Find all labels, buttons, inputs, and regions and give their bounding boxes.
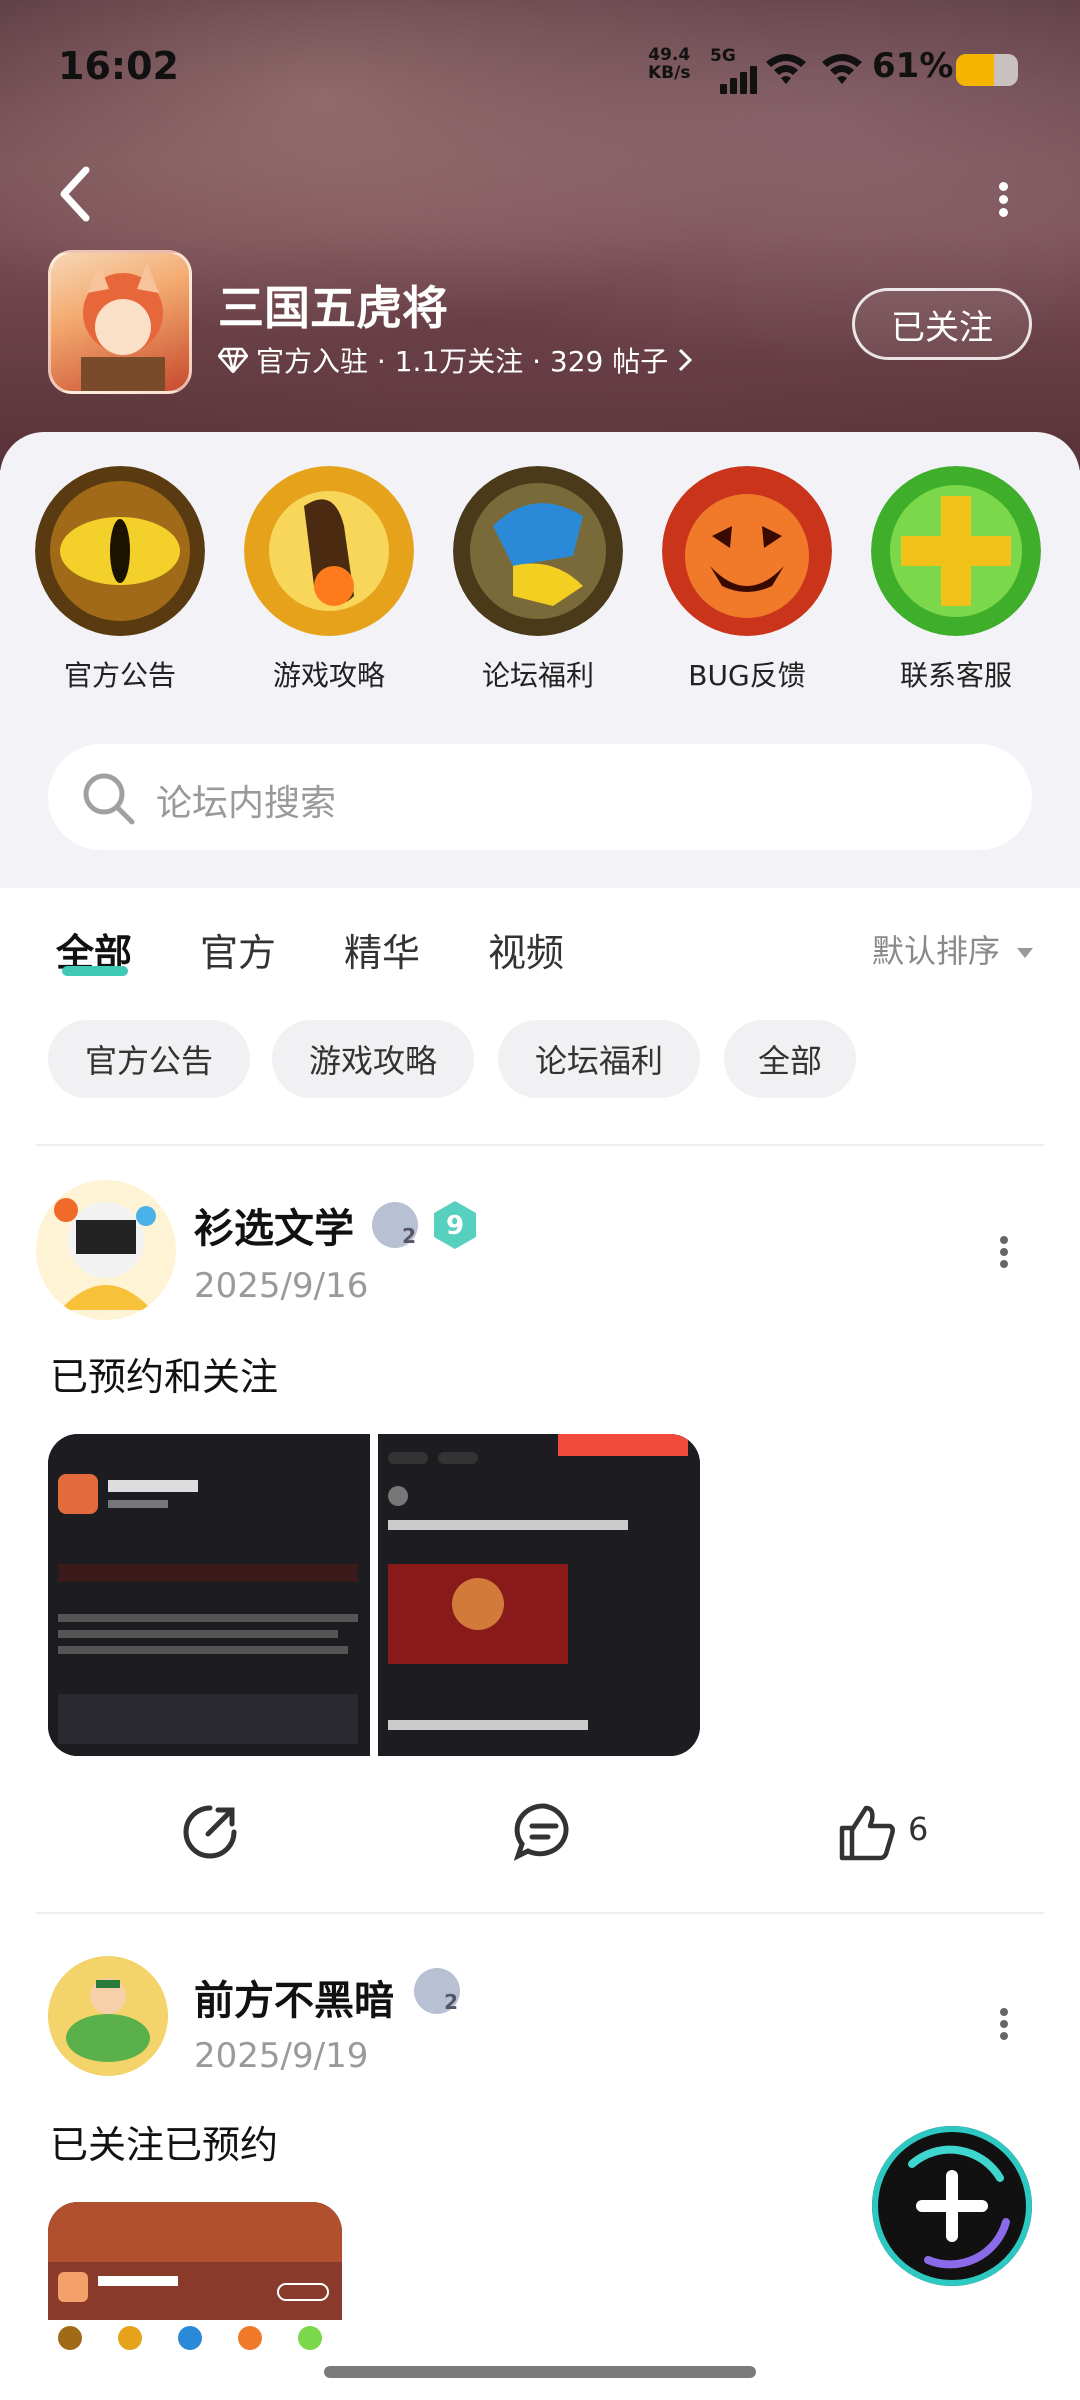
fire-hand-icon bbox=[244, 466, 414, 636]
sort-dropdown[interactable]: 默认排序 bbox=[872, 926, 1034, 972]
category-official-announcement[interactable]: 官方公告 bbox=[15, 466, 225, 694]
post-content: 已预约和关注 bbox=[50, 1355, 279, 1399]
post-content: 已关注已预约 bbox=[50, 2123, 279, 2167]
tab-official[interactable]: 官方 bbox=[200, 922, 276, 977]
serpent-eye-icon bbox=[35, 466, 205, 636]
post-card[interactable]: 衫选文学 2 9 2025/9/16 已预约和关注 6 bbox=[0, 1180, 1080, 1880]
chip-all[interactable]: 全部 bbox=[724, 1020, 856, 1098]
category-bug-report[interactable]: BUG反馈 bbox=[642, 466, 852, 694]
category-forum-benefits[interactable]: 论坛福利 bbox=[433, 466, 643, 694]
post-username[interactable]: 衫选文学 bbox=[194, 1196, 354, 1254]
forum-meta[interactable]: 官方入驻 · 1.1万关注 · 329 帖子 bbox=[218, 340, 694, 380]
chevron-right-icon bbox=[679, 348, 693, 372]
avatar[interactable] bbox=[36, 1180, 176, 1320]
green-plus-icon bbox=[871, 466, 1041, 636]
follow-button[interactable]: 已关注 bbox=[852, 288, 1032, 360]
diamond-icon bbox=[218, 347, 248, 373]
svg-text:9: 9 bbox=[446, 1211, 464, 1241]
tab-featured[interactable]: 精华 bbox=[344, 922, 420, 977]
more-vertical-icon[interactable] bbox=[988, 178, 1018, 218]
forum-logo bbox=[48, 250, 192, 394]
chip-official-announcement[interactable]: 官方公告 bbox=[48, 1020, 250, 1098]
share-button[interactable] bbox=[180, 1802, 240, 1862]
post-image[interactable] bbox=[48, 2202, 342, 2352]
post-more-icon[interactable] bbox=[994, 2004, 1014, 2044]
search-placeholder: 论坛内搜索 bbox=[156, 783, 337, 824]
status-time: 16:02 bbox=[58, 44, 179, 88]
post-image[interactable] bbox=[378, 1434, 700, 1756]
avatar[interactable] bbox=[48, 1956, 168, 2076]
signal-icon bbox=[720, 62, 764, 94]
forum-meta-text: 官方入驻 · 1.1万关注 · 329 帖子 bbox=[256, 345, 669, 378]
create-post-button[interactable] bbox=[872, 2126, 1032, 2286]
user-level-badge: 2 bbox=[414, 1968, 460, 2014]
search-icon bbox=[83, 773, 135, 825]
tab-video[interactable]: 视频 bbox=[488, 922, 564, 977]
status-bar: 16:02 49.4 KB/s 5G 61% bbox=[0, 40, 1080, 100]
wifi-icon bbox=[822, 54, 862, 84]
forum-search-bar[interactable]: 论坛内搜索 bbox=[48, 744, 1032, 850]
post-date: 2025/9/16 bbox=[194, 1266, 369, 1306]
category-customer-service[interactable]: 联系客服 bbox=[851, 466, 1061, 694]
blue-gauntlet-icon bbox=[453, 466, 623, 636]
plus-icon bbox=[908, 2145, 1010, 2269]
home-indicator[interactable] bbox=[324, 2366, 756, 2378]
comment-icon bbox=[513, 1803, 569, 1861]
like-button[interactable]: 6 bbox=[838, 1802, 958, 1862]
chip-game-guide[interactable]: 游戏攻略 bbox=[272, 1020, 474, 1098]
user-level-badge: 2 bbox=[372, 1202, 418, 1248]
battery-icon bbox=[956, 54, 1018, 86]
active-tab-indicator bbox=[62, 966, 128, 976]
thumbs-up-icon bbox=[839, 1805, 895, 1861]
network-speed: 49.4 KB/s bbox=[648, 45, 691, 83]
pumpkin-face-icon bbox=[662, 466, 832, 636]
comment-button[interactable] bbox=[513, 1802, 574, 1862]
like-count: 6 bbox=[908, 1810, 929, 1848]
post-more-icon[interactable] bbox=[994, 1232, 1014, 1272]
caret-down-icon bbox=[1017, 948, 1034, 958]
back-arrow-icon[interactable] bbox=[52, 164, 102, 224]
forum-title: 三国五虎将 bbox=[218, 281, 448, 335]
category-shortcuts: 官方公告 游戏攻略 论坛福利 BUG反馈 联系客服 bbox=[0, 466, 1080, 696]
post-username[interactable]: 前方不黑暗 bbox=[194, 1968, 394, 2026]
vip-level-badge: 9 bbox=[432, 1200, 478, 1249]
post-image[interactable] bbox=[48, 1434, 370, 1756]
category-game-guide[interactable]: 游戏攻略 bbox=[224, 466, 434, 694]
post-date: 2025/9/19 bbox=[194, 2036, 369, 2076]
divider bbox=[36, 1912, 1044, 1914]
chip-forum-benefits[interactable]: 论坛福利 bbox=[498, 1020, 700, 1098]
battery-percent: 61% bbox=[872, 46, 954, 86]
divider bbox=[36, 1144, 1044, 1146]
wifi-icon bbox=[766, 54, 806, 84]
share-icon bbox=[183, 1805, 237, 1859]
